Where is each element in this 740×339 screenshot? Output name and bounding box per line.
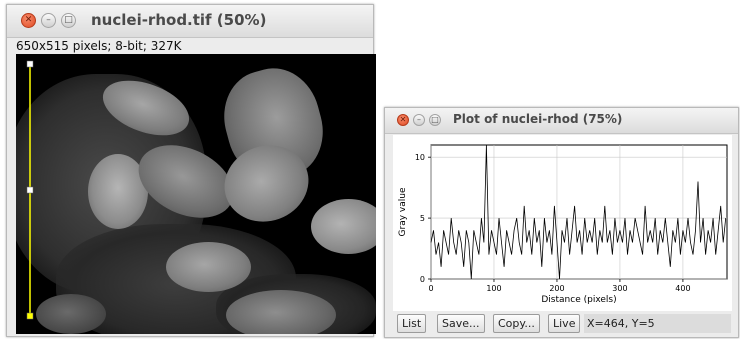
- image-window: ✕ – □ nuclei-rhod.tif (50%) 650x515 pixe…: [6, 4, 376, 337]
- x-tick-label: 400: [675, 284, 690, 293]
- plot-area[interactable]: 0 100 200 300 400 0 5 10 Distance (pixels) Gray…: [393, 135, 732, 313]
- image-window-titlebar[interactable]: ✕ – □ nuclei-rhod.tif (50%): [7, 5, 373, 38]
- close-icon[interactable]: ✕: [21, 13, 36, 28]
- x-tick-label: 200: [549, 284, 564, 293]
- image-info: 650x515 pixels; 8-bit; 327K: [16, 39, 182, 53]
- series-line: [430, 144, 727, 280]
- coordinates-readout: X=464, Y=5: [584, 314, 731, 333]
- save-button[interactable]: Save...: [437, 314, 485, 333]
- plot-footer: List Save... Copy... Live X=464, Y=5: [385, 311, 738, 337]
- plot-ticks: 0 100 200 300 400 0 5 10: [415, 153, 691, 293]
- plot-grid: [430, 145, 727, 280]
- maximize-icon[interactable]: □: [61, 13, 76, 28]
- close-icon[interactable]: ✕: [397, 114, 409, 126]
- list-button[interactable]: List: [397, 314, 427, 333]
- profile-plot[interactable]: 0 100 200 300 400 0 5 10 Distance (pixels) Gray…: [393, 135, 732, 313]
- selection-handle-top[interactable]: [26, 60, 34, 68]
- plot-window-titlebar[interactable]: ✕ – □ Plot of nuclei-rhod (75%): [385, 108, 738, 134]
- copy-button[interactable]: Copy...: [493, 314, 540, 333]
- x-tick-label: 0: [428, 284, 433, 293]
- plot-window: ✕ – □ Plot of nuclei-rhod (75%) 0 100 200 3…: [384, 107, 739, 338]
- x-tick-label: 100: [486, 284, 501, 293]
- plot-window-title: Plot of nuclei-rhod (75%): [453, 112, 623, 126]
- selection-handle-bottom[interactable]: [26, 312, 34, 320]
- y-tick-label: 5: [420, 214, 425, 223]
- y-tick-label: 0: [420, 275, 425, 284]
- x-tick-label: 300: [612, 284, 627, 293]
- minimize-icon[interactable]: –: [413, 114, 425, 126]
- maximize-icon[interactable]: □: [429, 114, 441, 126]
- live-button[interactable]: Live: [548, 314, 581, 333]
- image-canvas[interactable]: [16, 54, 376, 334]
- y-tick-label: 10: [415, 153, 425, 162]
- minimize-icon[interactable]: –: [41, 13, 56, 28]
- y-axis-label: Gray value: [398, 187, 408, 236]
- image-window-title: nuclei-rhod.tif (50%): [91, 11, 267, 29]
- x-axis-label: Distance (pixels): [541, 295, 616, 305]
- selection-handle-middle[interactable]: [26, 186, 34, 194]
- selection-line-overlay[interactable]: [16, 54, 376, 334]
- plot-frame: [430, 144, 728, 280]
